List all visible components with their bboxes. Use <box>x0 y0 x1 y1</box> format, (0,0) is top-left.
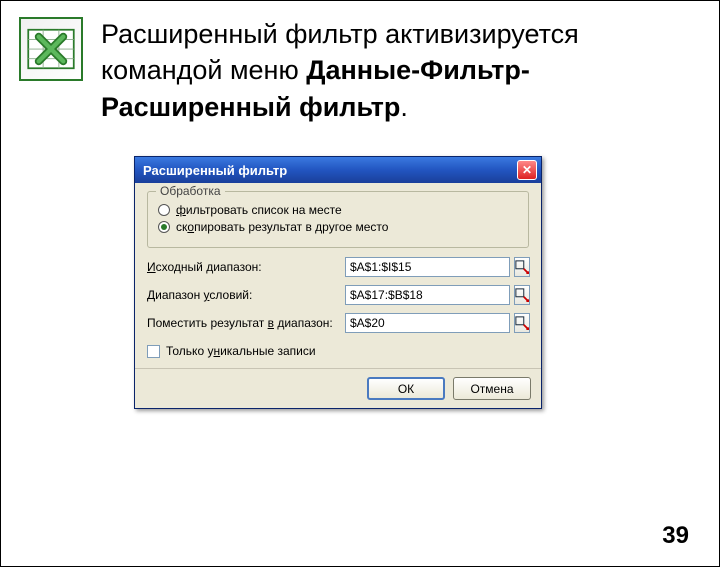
caption-end: . <box>400 92 408 122</box>
close-button[interactable]: ✕ <box>517 160 537 180</box>
unique-records-label: Только уникальные записи <box>166 344 316 358</box>
action-groupbox: Обработка фильтровать список на месте ск… <box>147 191 529 248</box>
advanced-filter-dialog: Расширенный фильтр ✕ Обработка фильтрова… <box>134 156 542 409</box>
group-legend: Обработка <box>156 184 225 198</box>
radio-copy-to-location[interactable]: скопировать результат в другое место <box>158 220 518 234</box>
radio-filter-in-place[interactable]: фильтровать список на месте <box>158 203 518 217</box>
close-icon: ✕ <box>522 163 532 177</box>
slide-number: 39 <box>662 522 689 550</box>
criteria-range-picker-button[interactable] <box>514 285 530 305</box>
radio2-label: скопировать результат в другое место <box>176 220 388 234</box>
range-select-icon <box>515 316 529 330</box>
range-select-icon <box>515 260 529 274</box>
slide-caption: Расширенный фильтр активизируется команд… <box>101 16 679 125</box>
radio-icon <box>158 204 170 216</box>
copy-to-label: Поместить результат в диапазон: <box>147 316 345 330</box>
cancel-button[interactable]: Отмена <box>453 377 531 400</box>
copy-to-row: Поместить результат в диапазон: <box>147 312 529 334</box>
unique-records-checkbox[interactable]: Только уникальные записи <box>147 344 529 358</box>
dialog-title: Расширенный фильтр <box>143 163 517 178</box>
list-range-input[interactable] <box>345 257 510 277</box>
radio-icon <box>158 221 170 233</box>
dialog-button-row: ОК Отмена <box>135 368 541 408</box>
copy-to-input[interactable] <box>345 313 510 333</box>
copy-to-picker-button[interactable] <box>514 313 530 333</box>
checkbox-icon <box>147 345 160 358</box>
criteria-range-row: Диапазон условий: <box>147 284 529 306</box>
list-range-picker-button[interactable] <box>514 257 530 277</box>
excel-app-icon <box>19 17 83 81</box>
dialog-body: Обработка фильтровать список на месте ск… <box>135 183 541 368</box>
list-range-row: Исходный диапазон: <box>147 256 529 278</box>
dialog-titlebar[interactable]: Расширенный фильтр ✕ <box>135 157 541 183</box>
criteria-range-input[interactable] <box>345 285 510 305</box>
ok-button[interactable]: ОК <box>367 377 445 400</box>
list-range-label: Исходный диапазон: <box>147 260 345 274</box>
range-select-icon <box>515 288 529 302</box>
radio1-label: фильтровать список на месте <box>176 203 342 217</box>
criteria-range-label: Диапазон условий: <box>147 288 345 302</box>
